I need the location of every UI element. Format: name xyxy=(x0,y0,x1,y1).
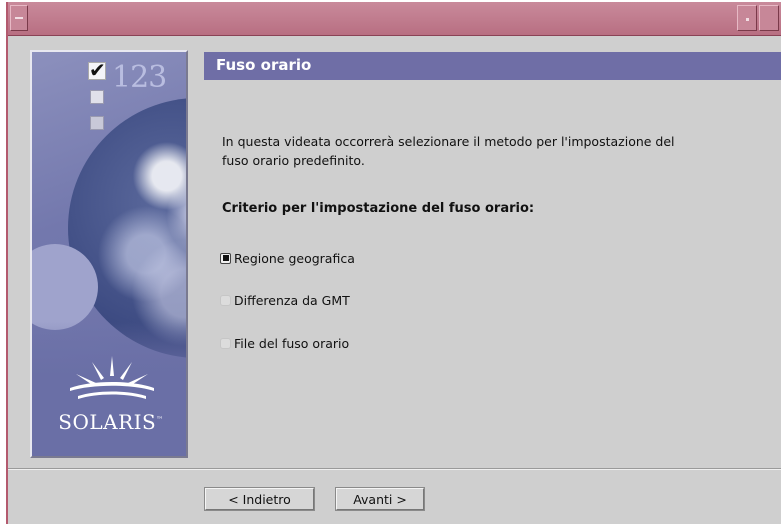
radio-option-gmt-offset[interactable]: Differenza da GMT xyxy=(220,291,350,309)
solaris-sun-logo-icon xyxy=(70,356,154,399)
radio-label: Regione geografica xyxy=(234,250,355,266)
instruction-text: In questa videata occorrerà selezionare … xyxy=(222,134,675,168)
menu-dash-icon xyxy=(15,17,23,19)
solaris-brand: SOLARIS™ xyxy=(58,410,164,434)
earth-image xyxy=(68,98,186,358)
radio-option-timezone-file[interactable]: File del fuso orario xyxy=(220,334,349,352)
criteria-label: Criterio per l'impostazione del fuso ora… xyxy=(222,201,535,216)
page-header: Fuso orario xyxy=(204,52,781,80)
checked-step-icon: ✔ xyxy=(88,58,106,82)
radio-option-geographic-region[interactable]: Regione geografica xyxy=(220,249,355,267)
solaris-side-panel: ✔ 123 SOLARIS™ xyxy=(30,50,188,458)
window-menu-button[interactable] xyxy=(10,5,28,31)
minimize-icon xyxy=(746,18,749,21)
steps-number: 123 xyxy=(112,60,167,95)
steps-123-icon: ✔ 123 xyxy=(84,56,184,136)
next-button[interactable]: Avanti > xyxy=(335,487,425,511)
radio-label: Differenza da GMT xyxy=(234,292,350,308)
maximize-button[interactable] xyxy=(759,5,779,31)
minimize-button[interactable] xyxy=(737,5,757,31)
title-bar[interactable] xyxy=(8,2,781,36)
installer-window: ✔ 123 SOLARIS™ Fuso orario In questa vid… xyxy=(6,2,781,524)
step-box-icon xyxy=(90,116,104,130)
step-box-icon xyxy=(90,90,104,104)
page-title: Fuso orario xyxy=(216,56,312,74)
back-button[interactable]: < Indietro xyxy=(204,487,315,511)
radio-selected-icon[interactable] xyxy=(220,252,231,264)
footer-divider xyxy=(8,468,781,470)
radio-label: File del fuso orario xyxy=(234,335,350,351)
radio-unselected-icon[interactable] xyxy=(220,337,231,349)
radio-unselected-icon[interactable] xyxy=(220,294,231,306)
